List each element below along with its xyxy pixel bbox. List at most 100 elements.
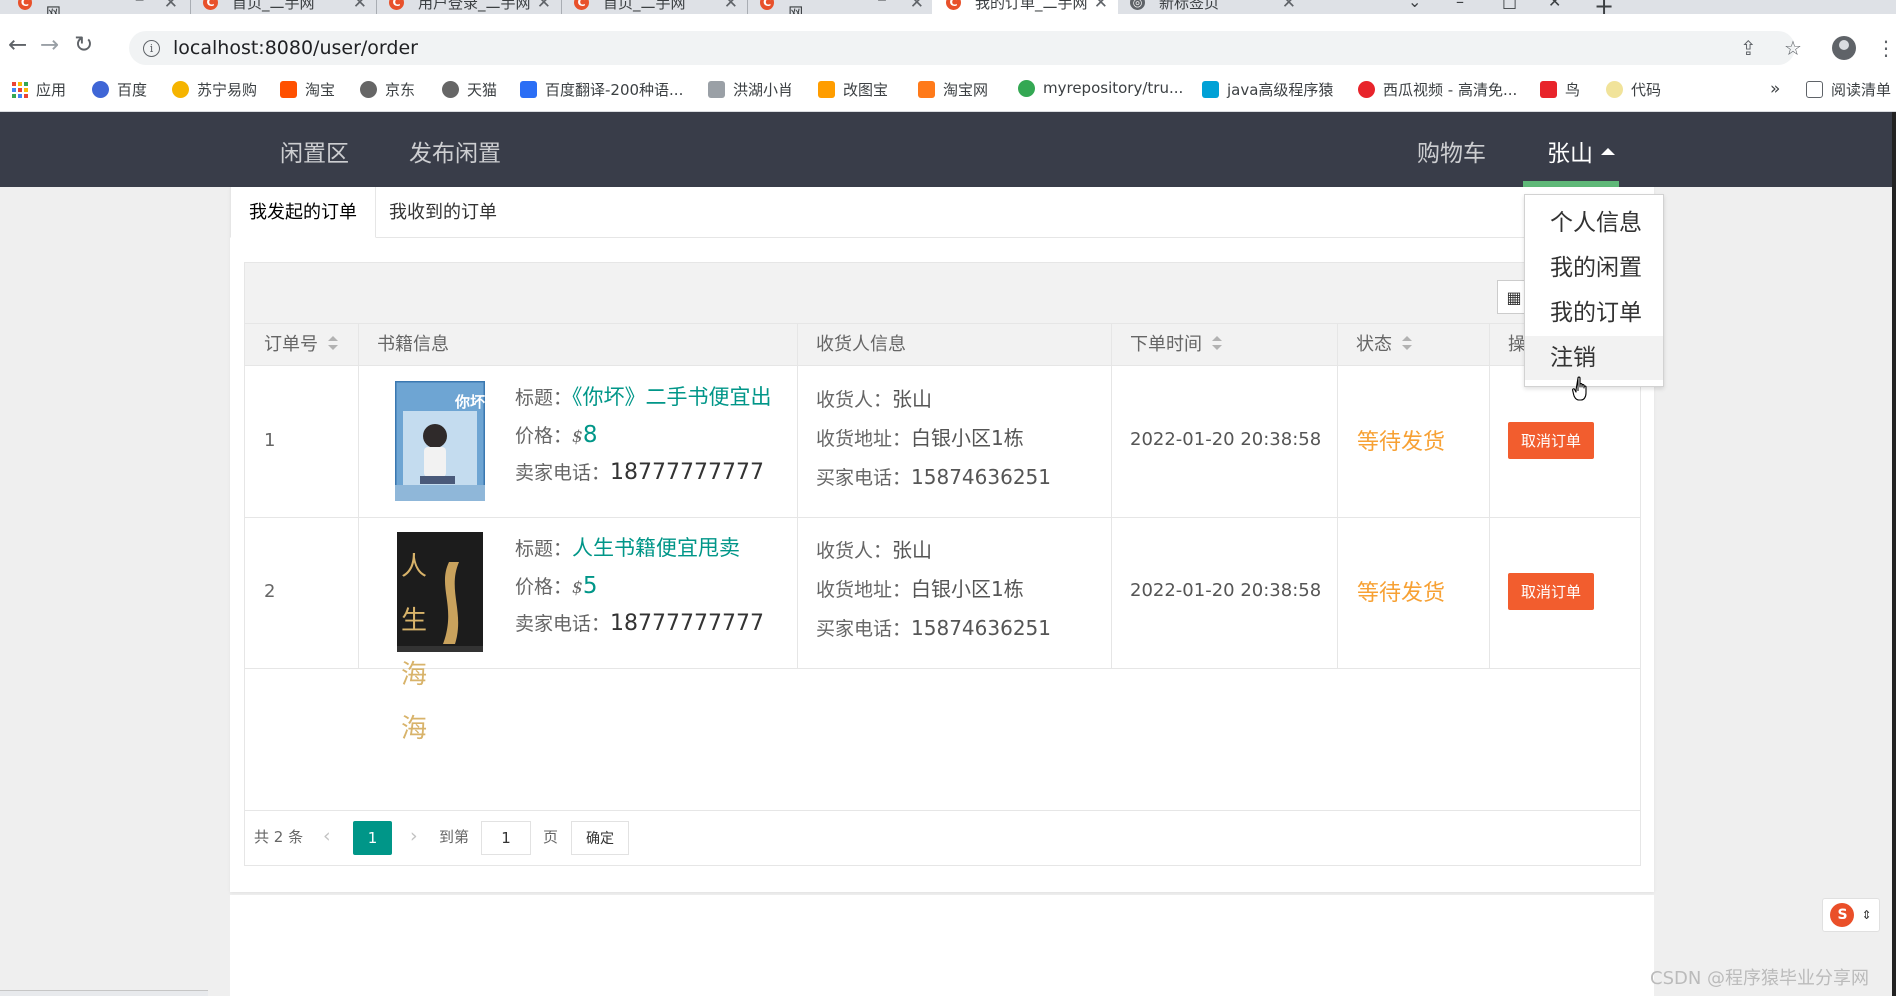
browser-tab[interactable]: ◎ 新标签页 ✕ xyxy=(1130,0,1296,14)
tab-close-icon[interactable]: ✕ xyxy=(910,0,924,13)
new-tab-icon[interactable]: + xyxy=(1594,0,1614,14)
receiver-info: 收货人：张山 收货地址：白银小区1栋 买家电话：15874636251 xyxy=(816,387,1051,489)
book-title-link[interactable]: 人生书籍便宜甩卖 xyxy=(572,536,740,560)
col-actions: 操 xyxy=(1508,334,1526,355)
bookmark-jd[interactable]: 京东 xyxy=(360,79,415,100)
bookmarks-bar: 应用 百度 苏宁易购 淘宝 京东 天猫 百度翻译-200种语... 洪湖小肖 改… xyxy=(0,66,1896,112)
browser-menu-icon[interactable]: ⋮ xyxy=(1876,36,1896,60)
maximize-icon[interactable]: □ xyxy=(1502,0,1517,11)
back-icon[interactable]: ← xyxy=(8,34,27,57)
tab-close-icon[interactable]: ✕ xyxy=(724,0,738,13)
menu-item-profile[interactable]: 个人信息 xyxy=(1525,201,1663,245)
cover-title: 你坏 xyxy=(455,393,486,411)
floating-widget[interactable]: S ⇕ xyxy=(1822,898,1880,932)
reading-list-icon xyxy=(1806,81,1823,98)
tab-search-icon[interactable]: ⌄ xyxy=(1408,0,1421,11)
bookmark-code[interactable]: 代码 xyxy=(1606,79,1661,100)
tab-close-icon[interactable]: ✕ xyxy=(537,0,551,13)
hand-cursor-icon xyxy=(1572,376,1592,406)
profile-avatar-icon[interactable] xyxy=(1832,36,1856,60)
goto-page-input[interactable]: 1 xyxy=(481,821,531,855)
next-page-icon[interactable]: › xyxy=(410,825,418,847)
browser-tab[interactable]: C 用户登录_二手网 ✕ xyxy=(389,0,551,14)
book-title-link[interactable]: 《你坏》二手书便宜出 xyxy=(572,385,772,409)
reload-icon[interactable]: ↻ xyxy=(74,34,93,57)
bookmark-xigua[interactable]: 西瓜视频 - 高清免... xyxy=(1358,79,1517,100)
goto-confirm-button[interactable]: 确定 xyxy=(571,821,629,855)
tab-received-orders[interactable]: 我收到的订单 xyxy=(371,187,515,238)
bookmarks-more-icon[interactable]: » xyxy=(1770,79,1780,99)
book-cover-image[interactable]: 你坏 xyxy=(393,379,487,503)
pagination: 共 2 条 ‹ 1 › 到第 1 页 确定 xyxy=(245,810,1640,865)
book-price: 8 xyxy=(582,422,598,448)
content-card-lower xyxy=(230,895,1654,996)
nav-publish[interactable]: 发布闲置 xyxy=(409,134,501,168)
col-receiver-info: 收货人信息 xyxy=(816,334,906,355)
bookmark-suning[interactable]: 苏宁易购 xyxy=(172,79,257,100)
address-bar[interactable]: i localhost:8080/user/order xyxy=(129,31,1795,65)
bookmark-star-icon[interactable]: ☆ xyxy=(1784,36,1802,60)
apps-grid-icon xyxy=(12,81,28,98)
bookmark-myrepository[interactable]: myrepository/tru... xyxy=(1018,79,1183,97)
col-order-id[interactable]: 订单号 xyxy=(245,324,338,366)
csdn-watermark: CSDN @程序猿毕业分享网 xyxy=(1650,968,1870,989)
menu-item-my-orders[interactable]: 我的订单 xyxy=(1525,291,1663,335)
tab-close-icon[interactable]: ✕ xyxy=(1094,0,1108,13)
minimize-icon[interactable]: – xyxy=(1456,0,1464,11)
menu-item-my-idle[interactable]: 我的闲置 xyxy=(1525,246,1663,290)
reading-list[interactable]: 阅读清单 xyxy=(1806,79,1891,100)
sort-icon[interactable] xyxy=(1402,336,1412,350)
col-status[interactable]: 状态 xyxy=(1337,324,1412,366)
chrome-icon xyxy=(1018,79,1035,97)
book-cover-image[interactable]: 人生 海海 xyxy=(397,532,483,744)
bookmark-java[interactable]: java高级程序猿 xyxy=(1202,79,1333,100)
bookmark-taobao-net[interactable]: 淘宝网 xyxy=(918,79,988,100)
csdn-favicon-icon: C xyxy=(389,0,404,10)
widget-toggle-icon[interactable]: ⇕ xyxy=(1861,908,1871,922)
prev-page-icon[interactable]: ‹ xyxy=(323,825,331,847)
s5-logo-icon: S xyxy=(1830,903,1855,927)
nav-cart[interactable]: 购物车 xyxy=(1417,134,1486,168)
menu-item-logout[interactable]: 注销 xyxy=(1525,336,1663,380)
site-info-icon[interactable]: i xyxy=(143,39,160,57)
share-icon[interactable]: ⇪ xyxy=(1740,36,1757,60)
page-current[interactable]: 1 xyxy=(353,821,392,855)
nav-idle-area[interactable]: 闲置区 xyxy=(280,134,349,168)
col-order-time[interactable]: 下单时间 xyxy=(1111,324,1222,366)
bookmark-taobao[interactable]: 淘宝 xyxy=(280,79,335,100)
order-id: 1 xyxy=(264,430,276,451)
tab-close-icon[interactable]: ✕ xyxy=(164,0,178,13)
tab-my-orders[interactable]: 我发起的订单 xyxy=(230,187,376,238)
nav-user-menu[interactable]: 张山 xyxy=(1547,134,1615,168)
bookmark-apps[interactable]: 应用 xyxy=(12,79,66,100)
browser-tab-active[interactable]: C 我的订单_二手网 ✕ xyxy=(932,0,1118,14)
bookmark-niao[interactable]: 鸟 xyxy=(1540,79,1580,100)
table-row: 2 人生 海海 标题：人生书籍便宜甩卖 价格：$5 卖家电话：187777777… xyxy=(245,517,1640,744)
receiver-info: 收货人：张山 收货地址：白银小区1栋 买家电话：15874636251 xyxy=(816,538,1051,640)
cancel-order-button[interactable]: 取消订单 xyxy=(1508,422,1594,459)
bookmark-tmall[interactable]: 天猫 xyxy=(442,79,497,100)
receiver-name: 张山 xyxy=(892,387,933,411)
cancel-order-button[interactable]: 取消订单 xyxy=(1508,573,1594,610)
browser-tab[interactable]: C 我的闲置书籍_二手网 ✕ xyxy=(18,0,178,14)
sort-icon[interactable] xyxy=(328,336,338,350)
bookmark-baidu[interactable]: 百度 xyxy=(92,79,147,100)
bookmark-honghu[interactable]: 洪湖小肖 xyxy=(708,79,793,100)
col-book-info: 书籍信息 xyxy=(377,334,449,355)
cover-title: 人生 海海 xyxy=(401,552,450,744)
tab-close-icon[interactable]: ✕ xyxy=(1282,0,1296,13)
caret-up-icon xyxy=(1601,148,1615,155)
tab-close-icon[interactable]: ✕ xyxy=(353,0,367,13)
forward-icon[interactable]: → xyxy=(40,34,59,57)
bookmark-baidu-translate[interactable]: 百度翻译-200种语... xyxy=(520,79,683,100)
bilibili-icon xyxy=(1202,81,1219,98)
receiver-address: 白银小区1栋 xyxy=(911,577,1024,601)
browser-tab[interactable]: C 首页_二手网 ✕ xyxy=(203,0,367,14)
url-text[interactable]: localhost:8080/user/order xyxy=(173,37,418,59)
bookmark-gaitubao[interactable]: 改图宝 xyxy=(818,79,888,100)
browser-tab[interactable]: C 首页_二手网 ✕ xyxy=(574,0,738,14)
window-close-icon[interactable]: ✕ xyxy=(1548,0,1561,11)
browser-tab[interactable]: C 我的闲置书籍_二手网 ✕ xyxy=(760,0,924,14)
table-row: 1 你坏 标题：《你坏》二手书便宜出 价格：$8 卖家电话：1877777777… xyxy=(245,366,1640,517)
sort-icon[interactable] xyxy=(1212,336,1222,350)
